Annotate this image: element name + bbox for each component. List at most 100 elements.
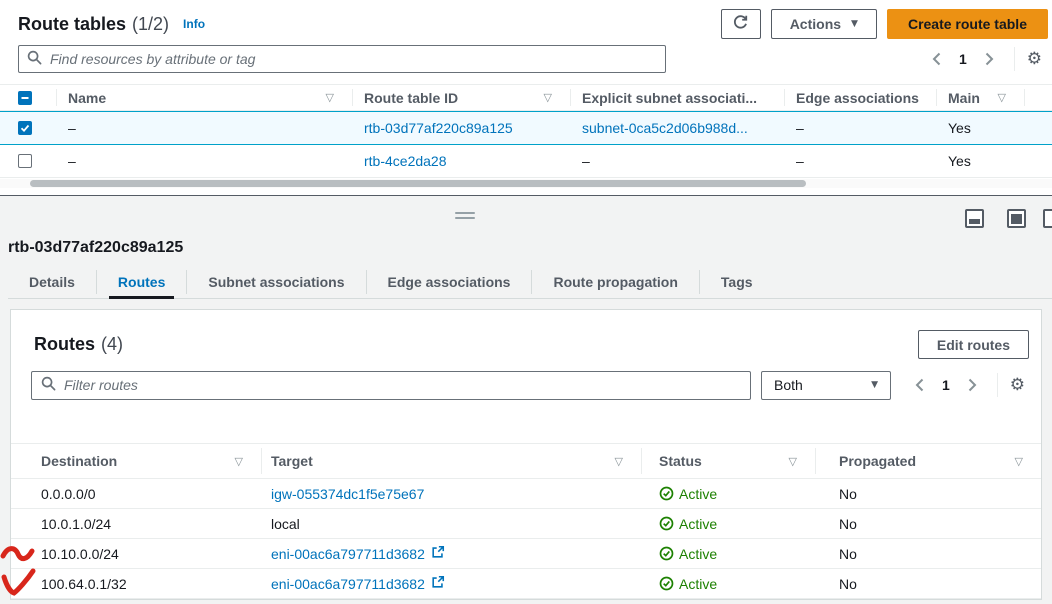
sort-icon[interactable]: ▽ bbox=[615, 455, 623, 468]
table-row[interactable]: – rtb-4ce2da28 – – Yes bbox=[0, 145, 1052, 178]
prev-page-button[interactable] bbox=[924, 48, 949, 70]
sort-icon[interactable]: ▽ bbox=[544, 91, 552, 104]
routes-pagination: 1 ⚙ bbox=[907, 373, 1025, 397]
pane-splitter-handle[interactable] bbox=[455, 212, 475, 222]
row-checkbox[interactable] bbox=[18, 121, 32, 135]
target-link[interactable]: eni-00ac6a797711d3682 bbox=[271, 576, 425, 592]
route-tables-table: Name ▽ Route table ID ▽ Explicit subnet … bbox=[0, 84, 1052, 178]
filter-routes-input[interactable] bbox=[64, 377, 741, 393]
layout-full-panel-icon[interactable] bbox=[1007, 209, 1026, 228]
tab-routes[interactable]: Routes bbox=[97, 266, 186, 298]
toolbar-divider bbox=[997, 373, 998, 397]
toolbar-divider bbox=[1014, 47, 1015, 71]
table-row[interactable]: – rtb-03d77af220c89a125 subnet-0ca5c2d06… bbox=[0, 111, 1052, 145]
caret-down-icon: ▼ bbox=[851, 19, 858, 29]
row-checkbox[interactable] bbox=[18, 154, 32, 168]
route-row[interactable]: 10.10.0.0/24 eni-00ac6a797711d3682 Activ… bbox=[11, 539, 1041, 569]
tab-details[interactable]: Details bbox=[8, 266, 96, 298]
route-row[interactable]: 100.64.0.1/32 eni-00ac6a797711d3682 Acti… bbox=[11, 569, 1041, 599]
route-row[interactable]: 0.0.0.0/0 igw-055374dc1f5e75e67 Active N… bbox=[11, 479, 1041, 509]
settings-gear-icon[interactable]: ⚙ bbox=[1010, 377, 1025, 394]
prev-page-button[interactable] bbox=[907, 374, 932, 396]
tab-subnet-associations[interactable]: Subnet associations bbox=[187, 266, 365, 298]
page-title: Route tables bbox=[18, 14, 126, 35]
filter-box[interactable] bbox=[31, 371, 751, 400]
target-link[interactable]: igw-055374dc1f5e75e67 bbox=[271, 486, 424, 502]
caret-down-icon: ▼ bbox=[871, 380, 878, 390]
tab-route-propagation[interactable]: Route propagation bbox=[532, 266, 698, 298]
layout-bottom-panel-icon[interactable] bbox=[965, 209, 984, 228]
route-type-select-value: Both bbox=[774, 377, 803, 393]
tab-tags[interactable]: Tags bbox=[700, 266, 774, 298]
search-icon bbox=[41, 376, 56, 394]
horizontal-scrollbar bbox=[0, 179, 1052, 188]
layout-side-panel-icon[interactable] bbox=[1043, 209, 1052, 228]
cell-propagated: No bbox=[815, 576, 1041, 592]
select-all-checkbox[interactable] bbox=[18, 91, 32, 105]
cell-propagated: No bbox=[815, 486, 1041, 502]
refresh-button[interactable] bbox=[721, 9, 761, 39]
status-badge: Active bbox=[659, 516, 717, 532]
sort-icon[interactable]: ▽ bbox=[998, 91, 1006, 104]
actions-button-label: Actions bbox=[790, 16, 841, 32]
subnet-association-link[interactable]: subnet-0ca5c2d06b988d... bbox=[582, 120, 748, 136]
routes-header-row: Destination ▽ Target ▽ Status ▽ Propagat… bbox=[11, 443, 1041, 479]
routes-title: Routes bbox=[34, 334, 95, 355]
cell-propagated: No bbox=[815, 516, 1041, 532]
sort-icon[interactable]: ▽ bbox=[326, 91, 334, 104]
edit-routes-button[interactable]: Edit routes bbox=[918, 330, 1029, 359]
column-header-target[interactable]: Target ▽ bbox=[261, 444, 641, 478]
cell-main: Yes bbox=[936, 153, 1024, 169]
cell-main: Yes bbox=[936, 120, 1024, 136]
cell-name: – bbox=[56, 153, 352, 169]
search-box[interactable] bbox=[18, 45, 666, 73]
route-tables-screen: Route tables (1/2) Info Actions ▼ Creat bbox=[0, 0, 1052, 604]
route-row[interactable]: 10.0.1.0/24 local Active No bbox=[11, 509, 1041, 539]
cell-destination: 100.64.0.1/32 bbox=[11, 576, 261, 592]
column-header-edge-associations[interactable]: Edge associations bbox=[784, 85, 936, 110]
route-tables-pane: Route tables (1/2) Info Actions ▼ Creat bbox=[0, 0, 1052, 195]
status-badge: Active bbox=[659, 546, 717, 562]
layout-toggle-group bbox=[952, 209, 1052, 231]
cell-edge: – bbox=[784, 120, 936, 136]
next-page-button[interactable] bbox=[960, 374, 985, 396]
refresh-icon bbox=[732, 14, 749, 34]
route-tables-header-row: Name ▽ Route table ID ▽ Explicit subnet … bbox=[0, 84, 1052, 111]
external-link-icon[interactable] bbox=[431, 575, 445, 592]
column-header-route-table-id[interactable]: Route table ID ▽ bbox=[352, 85, 570, 110]
column-header-explicit-subnet[interactable]: Explicit subnet associati... bbox=[570, 85, 784, 110]
route-table-id-link[interactable]: rtb-03d77af220c89a125 bbox=[364, 120, 513, 136]
sort-icon[interactable]: ▽ bbox=[235, 455, 243, 468]
search-input[interactable] bbox=[50, 51, 657, 67]
sort-icon[interactable]: ▽ bbox=[789, 455, 797, 468]
status-badge: Active bbox=[659, 486, 717, 502]
cell-propagated: No bbox=[815, 546, 1041, 562]
create-route-table-button[interactable]: Create route table bbox=[887, 9, 1048, 39]
column-header-status[interactable]: Status ▽ bbox=[641, 444, 815, 478]
header-actions: Actions ▼ Create route table bbox=[721, 9, 1048, 39]
route-type-select[interactable]: Both ▼ bbox=[761, 371, 891, 400]
page-number: 1 bbox=[936, 377, 956, 393]
external-link-icon[interactable] bbox=[431, 545, 445, 562]
table-pagination: 1 ⚙ bbox=[924, 47, 1042, 71]
routes-filter-row: Both ▼ 1 ⚙ bbox=[31, 370, 1027, 400]
page-number: 1 bbox=[953, 51, 973, 67]
routes-card: Routes (4) Edit routes Both ▼ bbox=[10, 309, 1042, 600]
page-header: Route tables (1/2) Info Actions ▼ Creat bbox=[18, 8, 1048, 40]
horizontal-scrollbar-thumb[interactable] bbox=[30, 180, 806, 187]
settings-gear-icon[interactable]: ⚙ bbox=[1027, 51, 1042, 68]
column-header-propagated[interactable]: Propagated ▽ bbox=[815, 444, 1041, 478]
cell-subnet: – bbox=[570, 153, 784, 169]
actions-button[interactable]: Actions ▼ bbox=[771, 9, 877, 39]
info-link[interactable]: Info bbox=[183, 17, 205, 31]
column-header-name[interactable]: Name ▽ bbox=[56, 85, 352, 110]
next-page-button[interactable] bbox=[977, 48, 1002, 70]
route-table-id-link[interactable]: rtb-4ce2da28 bbox=[364, 153, 447, 169]
tab-edge-associations[interactable]: Edge associations bbox=[367, 266, 532, 298]
header-checkbox-cell bbox=[0, 91, 56, 105]
selection-count: (1/2) bbox=[132, 14, 169, 35]
sort-icon[interactable]: ▽ bbox=[1015, 455, 1023, 468]
column-header-main[interactable]: Main ▽ bbox=[936, 85, 1024, 110]
target-link[interactable]: eni-00ac6a797711d3682 bbox=[271, 546, 425, 562]
column-header-destination[interactable]: Destination ▽ bbox=[11, 444, 261, 478]
